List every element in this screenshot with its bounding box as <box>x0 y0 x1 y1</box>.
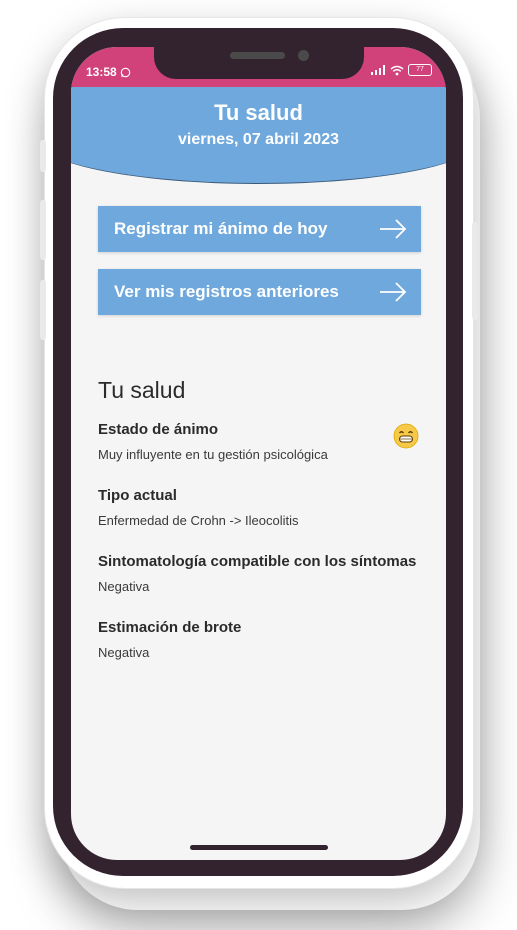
side-button-power <box>472 222 478 320</box>
status-time-label: 13:58 <box>86 65 117 79</box>
side-button-mute <box>40 140 46 172</box>
health-section-title: Tu salud <box>98 377 186 403</box>
speaker-grille <box>230 52 285 59</box>
current-type-value: Enfermedad de Crohn -> Ileocolitis <box>98 513 299 528</box>
phone-screen: 13:58 77 Tu salud viernes, 07 abril 2023… <box>71 47 446 860</box>
outbreak-estimate-value: Negativa <box>98 645 150 660</box>
status-icons: 77 <box>370 64 432 76</box>
symptomatology-value: Negativa <box>98 579 150 594</box>
view-records-label: Ver mis registros anteriores <box>114 282 339 301</box>
mood-value: Muy influyente en tu gestión psicológica <box>98 447 328 462</box>
battery-level: 77 <box>416 66 424 73</box>
notch <box>154 47 364 79</box>
symptomatology-title: Sintomatología compatible con los síntom… <box>98 553 417 570</box>
side-button-volume-up <box>40 200 46 260</box>
status-time: 13:58 <box>86 65 131 79</box>
outbreak-estimate-title: Estimación de brote <box>98 619 242 636</box>
arrow-right-icon <box>380 282 407 302</box>
whatsapp-icon <box>120 67 130 77</box>
signal-icon <box>371 65 385 75</box>
register-mood-label: Registrar mi ánimo de hoy <box>114 219 328 238</box>
register-mood-button[interactable]: Registrar mi ánimo de hoy <box>98 206 421 252</box>
battery-icon: 77 <box>408 64 432 76</box>
side-button-volume-down <box>40 280 46 340</box>
current-type-title: Tipo actual <box>98 487 177 504</box>
home-indicator[interactable] <box>190 845 328 850</box>
wifi-icon <box>390 65 404 75</box>
page-date: viernes, 07 abril 2023 <box>178 131 339 148</box>
front-camera <box>298 50 309 61</box>
mood-title: Estado de ánimo <box>98 421 219 438</box>
view-records-button[interactable]: Ver mis registros anteriores <box>98 269 421 315</box>
arrow-right-icon <box>380 219 407 239</box>
page-title: Tu salud <box>214 100 303 125</box>
grinning-face-emoji-icon <box>393 423 419 449</box>
